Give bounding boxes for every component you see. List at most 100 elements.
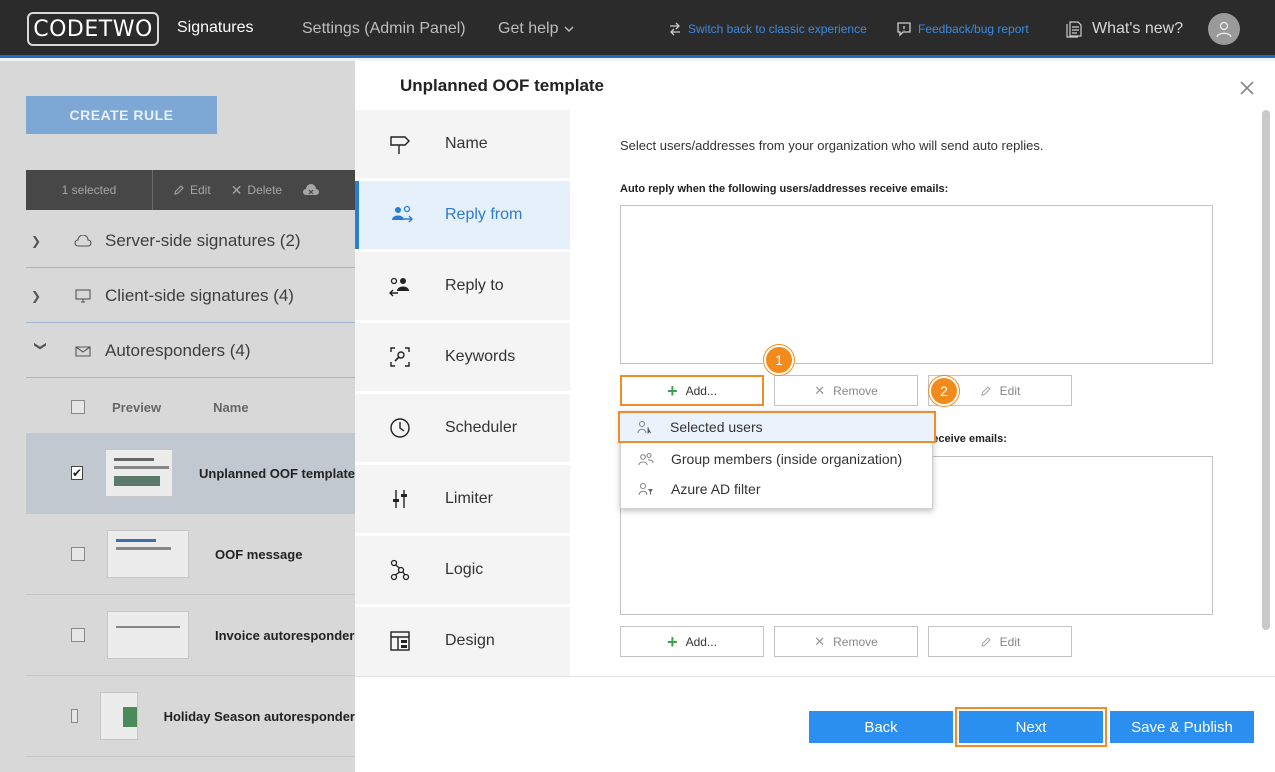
row-checkbox[interactable]: ✔ — [71, 466, 84, 480]
cloud-off-button[interactable] — [302, 183, 320, 197]
step-limiter[interactable]: Limiter — [355, 465, 570, 533]
whats-new-link[interactable]: What's new? — [1066, 0, 1183, 58]
step-reply-to[interactable]: Reply to — [355, 252, 570, 320]
step-keywords[interactable]: Keywords — [355, 323, 570, 391]
reply-from-panel: Select users/addresses from your organiz… — [570, 110, 1260, 676]
row-name: Holiday Season autoresponder — [163, 708, 355, 724]
monitor-icon — [65, 288, 101, 303]
switch-classic-link[interactable]: Switch back to classic experience — [668, 0, 867, 58]
group-label: Client-side signatures (4) — [105, 285, 294, 305]
document-icon — [1066, 21, 1082, 38]
menu-item-azure-ad-filter[interactable]: Azure AD filter — [621, 474, 934, 504]
dialog-title: Unplanned OOF template — [400, 76, 605, 95]
next-button[interactable]: Next — [959, 711, 1103, 743]
row-checkbox[interactable] — [71, 547, 85, 561]
step-logic[interactable]: Logic — [355, 536, 570, 604]
group-label: Autoresponders (4) — [105, 340, 251, 360]
chevron-down-icon — [564, 26, 574, 32]
step-label: Scheduler — [445, 419, 518, 436]
chevron-right-icon: ❯ — [31, 233, 42, 248]
group-server-side[interactable]: ❯ Server-side signatures (2) — [26, 214, 355, 268]
user-icon — [1216, 21, 1232, 38]
group-autoresponders[interactable]: ❯ Autoresponders (4) — [26, 324, 355, 378]
step-label: Limiter — [445, 490, 494, 507]
remove-button[interactable]: ✕ Remove — [774, 375, 918, 406]
nav-get-help[interactable]: Get help — [498, 0, 574, 58]
feedback-link[interactable]: Feedback/bug report — [896, 0, 1029, 58]
section2-label: receive emails: — [928, 433, 1007, 445]
design-layout-icon — [355, 629, 445, 653]
step-label: Design — [445, 632, 495, 649]
add-button[interactable]: + Add... — [620, 375, 764, 406]
step-label: Logic — [445, 561, 484, 578]
edit-label: Edit — [999, 634, 1021, 649]
back-button[interactable]: Back — [809, 711, 953, 743]
row-checkbox[interactable] — [71, 709, 79, 723]
edit-button[interactable]: Edit — [928, 626, 1072, 657]
intro-text: Select users/addresses from your organiz… — [620, 138, 1044, 153]
table-row[interactable]: ✔ Unplanned OOF template — [26, 433, 355, 514]
edit-rule-button[interactable]: Edit — [173, 183, 211, 197]
step-name[interactable]: Name — [355, 110, 570, 178]
table-row[interactable]: Invoice autoresponder — [26, 595, 355, 676]
nav-settings[interactable]: Settings (Admin Panel) — [302, 0, 466, 58]
chevron-right-icon: ❯ — [31, 288, 42, 303]
remove-label: Remove — [833, 634, 878, 649]
cloud-off-icon — [303, 184, 320, 195]
signpost-icon — [355, 132, 445, 156]
create-rule-button[interactable]: CREATE RULE — [26, 96, 217, 134]
nav-signatures[interactable]: Signatures — [177, 0, 254, 58]
signature-thumbnail — [105, 449, 173, 497]
step-reply-from[interactable]: Reply from — [355, 181, 570, 249]
switch-classic-label: Switch back to classic experience — [688, 22, 867, 36]
rule-dialog: Unplanned OOF template Name Reply from R… — [355, 61, 1275, 772]
remove-button[interactable]: ✕ Remove — [774, 626, 918, 657]
close-icon: ✕ — [230, 181, 243, 198]
whats-new-label: What's new? — [1092, 20, 1184, 37]
delete-rule-button[interactable]: ✕ Delete — [231, 182, 282, 199]
step-scheduler[interactable]: Scheduler — [355, 394, 570, 462]
row-name: OOF message — [215, 546, 303, 562]
row-checkbox[interactable] — [71, 628, 85, 642]
signature-thumbnail — [107, 530, 189, 578]
group-users-icon — [621, 452, 671, 466]
row-name: Invoice autoresponder — [215, 627, 355, 643]
menu-item-group-members[interactable]: Group members (inside organization) — [621, 444, 934, 474]
save-publish-button[interactable]: Save & Publish — [1110, 711, 1254, 743]
group-client-side[interactable]: ❯ Client-side signatures (4) — [26, 269, 355, 323]
menu-item-label: Azure AD filter — [671, 481, 761, 497]
step-label: Reply from — [445, 206, 523, 223]
add-label: Add... — [685, 383, 717, 398]
wizard-steps: Name Reply from Reply to Keywords Schedu… — [355, 110, 570, 676]
group-label: Server-side signatures (2) — [105, 230, 301, 250]
row-name: Unplanned OOF template — [198, 465, 355, 481]
user-avatar[interactable] — [1208, 13, 1240, 45]
feedback-label: Feedback/bug report — [918, 22, 1029, 36]
top-bar: CODETWO Signatures Settings (Admin Panel… — [0, 0, 1275, 58]
dialog-footer: Back Next Save & Publish — [355, 676, 1275, 772]
table-row[interactable]: OOF message — [26, 514, 355, 595]
pencil-icon — [980, 636, 991, 647]
step-badge-2: 2 — [929, 376, 959, 406]
selection-toolbar: 1 selected Edit ✕ Delete — [26, 170, 355, 210]
pencil-icon — [174, 185, 184, 195]
step-label: Reply to — [445, 277, 504, 294]
edit-rule-label: Edit — [190, 183, 211, 197]
add-button[interactable]: + Add... — [620, 626, 764, 657]
table-row[interactable]: Holiday Season autoresponder — [26, 676, 355, 757]
users-arrow-icon — [359, 203, 445, 227]
step-design[interactable]: Design — [355, 607, 570, 675]
recipients-listbox[interactable] — [620, 205, 1213, 364]
select-all-checkbox[interactable] — [71, 400, 85, 414]
codetwo-logo[interactable]: CODETWO — [27, 12, 159, 46]
add-dropdown-menu: Selected users Group members (inside org… — [618, 411, 936, 509]
close-icon[interactable] — [1238, 79, 1256, 97]
section1-label: Auto reply when the following users/addr… — [620, 183, 949, 195]
mail-reply-icon — [65, 344, 101, 358]
user-filter-icon — [621, 482, 671, 496]
nav-get-help-label: Get help — [498, 20, 559, 37]
scrollbar[interactable] — [1262, 110, 1270, 630]
user-pointer-icon — [620, 420, 670, 434]
menu-item-selected-users[interactable]: Selected users — [618, 411, 936, 443]
remove-label: Remove — [833, 383, 878, 398]
